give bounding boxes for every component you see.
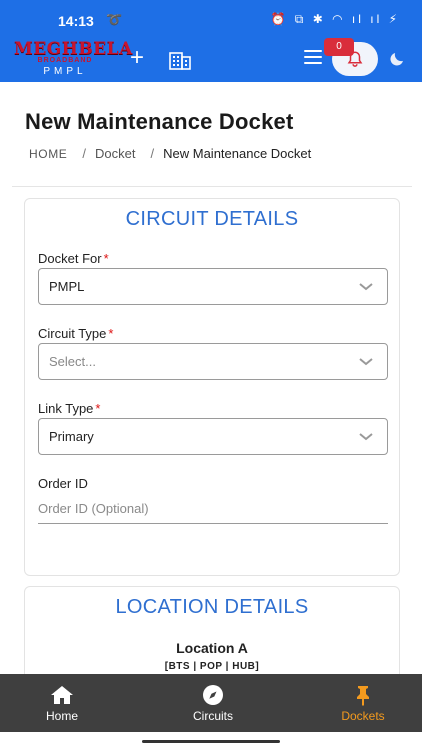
breadcrumb: HOME / Docket / New Maintenance Docket	[29, 146, 311, 161]
link-type-select[interactable]: Primary	[38, 418, 388, 455]
link-type-label: Link Type *	[38, 401, 101, 416]
location-a-subtitle: [BTS | POP | HUB]	[164, 661, 260, 672]
notifications-button[interactable]: 0	[324, 38, 378, 76]
chevron-down-icon	[359, 283, 373, 291]
nav-circuits-label: Circuits	[192, 709, 233, 723]
bell-icon	[347, 51, 363, 67]
breadcrumb-current: New Maintenance Docket	[163, 146, 312, 161]
nav-home[interactable]: Home	[0, 674, 132, 732]
location-details-card: LOCATION DETAILS Location A [BTS | POP |…	[24, 586, 400, 686]
location-a-heading: Location A	[176, 640, 248, 656]
location-details-title: LOCATION DETAILS	[115, 596, 309, 618]
header-divider	[12, 186, 412, 187]
nav-dockets[interactable]: Dockets	[293, 674, 422, 732]
circuit-details-card: CIRCUIT DETAILS Docket For * PMPL Circuit…	[24, 198, 400, 576]
circuit-type-select[interactable]: Select...	[38, 343, 388, 380]
docket-for-label: Docket For *	[38, 251, 109, 266]
home-gesture-handle[interactable]	[142, 740, 280, 743]
chevron-down-icon	[359, 358, 373, 366]
system-indicators: ⏰ ⧉ ✱ ◠ ıl ıl ⚡	[270, 12, 400, 26]
home-icon	[51, 686, 73, 704]
breadcrumb-separator: /	[82, 146, 87, 161]
status-bar: 14:13 ➰ ⏰ ⧉ ✱ ◠ ıl ıl ⚡	[0, 0, 422, 36]
status-time: 14:13	[58, 13, 94, 29]
order-id-input[interactable]	[38, 494, 388, 524]
breadcrumb-docket[interactable]: Docket	[95, 146, 135, 161]
dark-mode-moon-icon[interactable]	[388, 50, 406, 68]
gesture-bar-area	[0, 732, 422, 750]
nav-circuits[interactable]: Circuits	[143, 674, 283, 732]
brand-logo[interactable]: MEGHBELA BROADBAND PMPL	[14, 39, 133, 80]
building-icon[interactable]	[168, 48, 192, 72]
logo-text-main: MEGHBELA	[14, 39, 133, 59]
add-icon[interactable]: +	[126, 45, 148, 73]
order-id-label: Order ID	[38, 476, 88, 491]
pin-icon	[357, 686, 369, 706]
circuit-type-value: Select...	[49, 354, 96, 369]
bottom-navigation: Home Circuits Dockets	[0, 674, 422, 732]
circuit-type-label: Circuit Type *	[38, 326, 114, 341]
chevron-down-icon	[359, 433, 373, 441]
nav-dockets-label: Dockets	[341, 709, 385, 723]
docket-for-select[interactable]: PMPL	[38, 268, 388, 305]
notification-app-icon: ➰	[106, 12, 123, 27]
menu-icon[interactable]	[304, 50, 322, 66]
docket-for-value: PMPL	[49, 279, 85, 294]
compass-icon	[203, 685, 223, 705]
page-title: New Maintenance Docket	[25, 109, 294, 134]
logo-text-org: PMPL	[43, 66, 87, 77]
link-type-value: Primary	[49, 429, 94, 444]
app-bar: MEGHBELA BROADBAND PMPL + 0	[0, 36, 422, 82]
breadcrumb-home[interactable]: HOME	[29, 147, 67, 161]
nav-home-label: Home	[45, 709, 78, 723]
circuit-details-title: CIRCUIT DETAILS	[125, 208, 299, 230]
breadcrumb-separator: /	[150, 146, 155, 161]
